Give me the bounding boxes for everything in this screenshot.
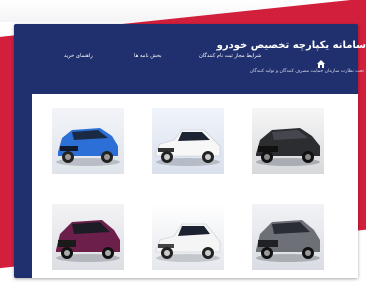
car-image — [256, 220, 320, 262]
site-subtitle: تحت نظارت سازمان حمایت مصرف کنندگان و تو… — [249, 69, 364, 74]
app-window: شرایط مجاز ثبت نام کنندگان بخش نامه ها ر… — [14, 24, 366, 278]
car-card-white-sedan[interactable] — [152, 108, 224, 174]
car-image — [155, 223, 221, 262]
car-image — [56, 128, 120, 166]
home-icon[interactable] — [316, 54, 326, 68]
nav-item-registration-terms[interactable]: شرایط مجاز ثبت نام کنندگان — [199, 53, 261, 59]
header: شرایط مجاز ثبت نام کنندگان بخش نامه ها ر… — [14, 24, 366, 94]
car-card-grey-suv[interactable] — [252, 204, 324, 270]
car-card-blue-suv[interactable] — [52, 108, 124, 174]
nav-item-purchase-guide[interactable]: راهنمای خرید — [64, 53, 93, 59]
car-gallery — [32, 94, 358, 278]
car-card-black-suv[interactable] — [252, 108, 324, 174]
nav-item-circulars[interactable]: بخش نامه ها — [134, 53, 162, 59]
car-image — [155, 129, 221, 166]
car-image — [256, 128, 320, 166]
car-card-purple-suv[interactable] — [52, 204, 124, 270]
car-card-white-hatchback[interactable] — [152, 204, 224, 270]
site-title: سامانه یکپارچه تخصیص خودرو — [216, 40, 366, 51]
car-image — [56, 220, 120, 262]
